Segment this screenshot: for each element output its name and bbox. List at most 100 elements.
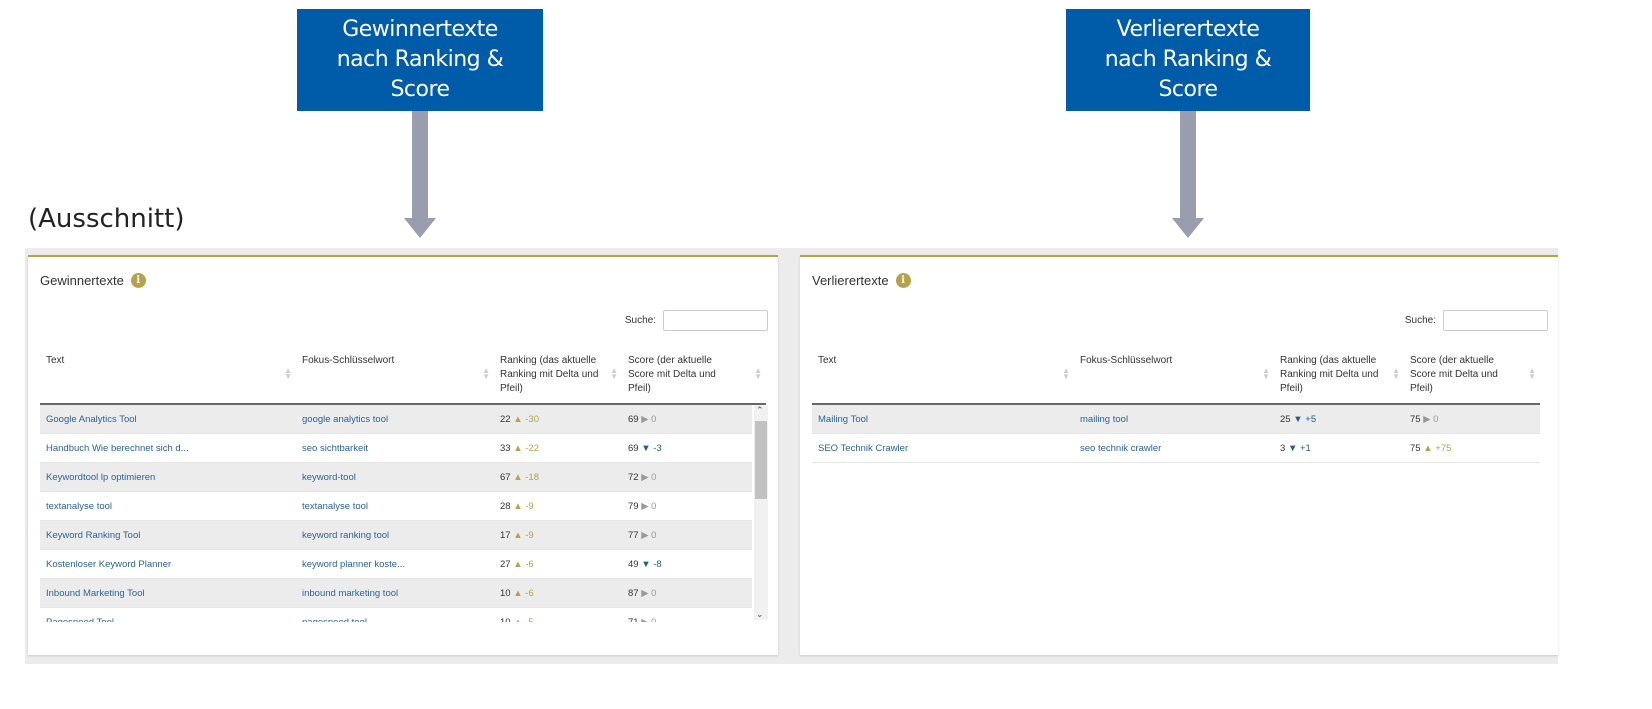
column-header[interactable]: Text ▲ ▼ bbox=[40, 354, 296, 403]
text-link[interactable]: Kostenloser Keyword Planner bbox=[40, 550, 171, 579]
score-value: 79 bbox=[628, 501, 639, 512]
score-cell: 75 ▲ +75 bbox=[1404, 434, 1451, 463]
ranking-cell: 10 ▲ -5 bbox=[494, 608, 534, 622]
rank-value: 22 bbox=[500, 414, 511, 425]
score-delta: +75 bbox=[1435, 443, 1452, 454]
text-link[interactable]: SEO Technik Crawler bbox=[812, 434, 908, 463]
callout-line: nach Ranking & bbox=[336, 47, 504, 72]
sort-icon[interactable]: ▲ ▼ bbox=[482, 367, 490, 381]
score-delta: 0 bbox=[651, 530, 657, 541]
info-icon[interactable]: i bbox=[895, 273, 911, 288]
table-row[interactable]: Google Analytics Tool google analytics t… bbox=[40, 405, 752, 434]
table-body: Mailing Tool mailing tool 25 ▼ +5 75 ▶ 0… bbox=[812, 405, 1540, 625]
rank-delta: -22 bbox=[525, 443, 539, 454]
rank-value: 10 bbox=[500, 617, 511, 622]
search-input[interactable] bbox=[663, 310, 768, 331]
rank-delta: -30 bbox=[525, 414, 539, 425]
ranking-cell: 33 ▲ -22 bbox=[494, 434, 539, 463]
keyword-link[interactable]: seo sichtbarkeit bbox=[296, 434, 368, 463]
flat-arrow-icon: ▶ bbox=[641, 414, 649, 425]
keyword-link[interactable]: seo technik crawler bbox=[1074, 434, 1161, 463]
rank-value: 17 bbox=[500, 530, 511, 541]
table-row[interactable]: Handbuch Wie berechnet sich d... seo sic… bbox=[40, 434, 752, 463]
rank-delta: -6 bbox=[525, 559, 534, 570]
scroll-up-icon[interactable]: ⌃ bbox=[756, 405, 764, 416]
rank-delta: +1 bbox=[1299, 443, 1311, 454]
callout-line: nach Ranking & bbox=[1104, 47, 1272, 72]
sort-icon[interactable]: ▲ ▼ bbox=[1392, 367, 1400, 381]
column-header-label: Text bbox=[818, 355, 837, 366]
column-header-label: Score (der aktuelle Score mit Delta und … bbox=[1410, 355, 1498, 394]
column-header-label: Score (der aktuelle Score mit Delta und … bbox=[628, 355, 716, 394]
ranking-cell: 22 ▲ -30 bbox=[494, 405, 539, 434]
info-icon[interactable]: i bbox=[130, 273, 146, 288]
table-row[interactable]: SEO Technik Crawler seo technik crawler … bbox=[812, 434, 1540, 463]
column-header[interactable]: Score (der aktuelle Score mit Delta und … bbox=[1404, 354, 1540, 403]
search-input[interactable] bbox=[1443, 310, 1548, 331]
rank-value: 10 bbox=[500, 588, 511, 599]
up-arrow-icon: ▲ bbox=[513, 617, 522, 622]
column-header[interactable]: Fokus-Schlüsselwort ▲ ▼ bbox=[296, 354, 494, 403]
column-header[interactable]: Ranking (das aktuelle Ranking mit Delta … bbox=[1274, 354, 1404, 403]
sort-icon[interactable]: ▲ ▼ bbox=[1528, 367, 1536, 381]
up-arrow-icon: ▲ bbox=[513, 559, 523, 570]
sort-icon[interactable]: ▲ ▼ bbox=[284, 367, 292, 381]
search: Suche: bbox=[1405, 310, 1548, 331]
scrollbar[interactable]: ⌃ ⌄ bbox=[754, 405, 768, 620]
table-row[interactable]: Kostenloser Keyword Planner keyword plan… bbox=[40, 550, 752, 579]
score-cell: 69 ▶ 0 bbox=[622, 405, 656, 434]
text-link[interactable]: Inbound Marketing Tool bbox=[40, 579, 145, 608]
keyword-link[interactable]: mailing tool bbox=[1074, 405, 1128, 434]
table-row[interactable]: Keywordtool lp optimieren keyword-tool 6… bbox=[40, 463, 752, 492]
table-row[interactable]: Mailing Tool mailing tool 25 ▼ +5 75 ▶ 0 bbox=[812, 405, 1540, 434]
column-header[interactable]: Fokus-Schlüsselwort ▲ ▼ bbox=[1074, 354, 1274, 403]
up-arrow-icon: ▲ bbox=[513, 530, 523, 541]
table-row[interactable]: Pagespeed Tool pagespeed tool 10 ▲ -5 71… bbox=[40, 608, 752, 622]
column-header[interactable]: Score (der aktuelle Score mit Delta und … bbox=[622, 354, 766, 403]
column-header[interactable]: Ranking (das aktuelle Ranking mit Delta … bbox=[494, 354, 622, 403]
arrow-head bbox=[404, 218, 436, 238]
text-link[interactable]: textanalyse tool bbox=[40, 492, 112, 521]
down-arrow-icon: ▼ bbox=[1293, 414, 1303, 425]
keyword-link[interactable]: keyword-tool bbox=[296, 463, 356, 492]
score-delta: -3 bbox=[653, 443, 662, 454]
sort-icon[interactable]: ▲ ▼ bbox=[1262, 367, 1270, 381]
text-link[interactable]: Keyword Ranking Tool bbox=[40, 521, 140, 550]
text-link[interactable]: Mailing Tool bbox=[812, 405, 868, 434]
callout-line: Verlierertexte bbox=[1116, 17, 1260, 42]
score-cell: 71 ▶ 0 bbox=[622, 608, 656, 622]
text-link[interactable]: Handbuch Wie berechnet sich d... bbox=[40, 434, 189, 463]
callout-line: Gewinnertexte bbox=[342, 17, 498, 42]
flat-arrow-icon: ▶ bbox=[641, 617, 648, 622]
text-link[interactable]: Keywordtool lp optimieren bbox=[40, 463, 155, 492]
arrow-head bbox=[1172, 218, 1204, 238]
panel-title-text: Gewinnertexte bbox=[40, 273, 124, 288]
ranking-cell: 67 ▲ -18 bbox=[494, 463, 539, 492]
keyword-link[interactable]: pagespeed tool bbox=[296, 608, 367, 622]
column-header[interactable]: Text ▲ ▼ bbox=[812, 354, 1074, 403]
keyword-link[interactable]: google analytics tool bbox=[296, 405, 388, 434]
score-cell: 77 ▶ 0 bbox=[622, 521, 656, 550]
panel-title-text: Verlierertexte bbox=[812, 273, 889, 288]
keyword-link[interactable]: textanalyse tool bbox=[296, 492, 368, 521]
text-link[interactable]: Pagespeed Tool bbox=[40, 608, 114, 622]
table-row[interactable]: Inbound Marketing Tool inbound marketing… bbox=[40, 579, 752, 608]
up-arrow-icon: ▲ bbox=[513, 588, 523, 599]
sort-icon[interactable]: ▲ ▼ bbox=[1062, 367, 1070, 381]
table-row[interactable]: textanalyse tool textanalyse tool 28 ▲ -… bbox=[40, 492, 752, 521]
sort-icon[interactable]: ▲ ▼ bbox=[754, 367, 762, 381]
text-link[interactable]: Google Analytics Tool bbox=[40, 405, 137, 434]
score-value: 49 bbox=[628, 559, 639, 570]
callout-line: Score bbox=[390, 77, 450, 102]
table-row[interactable]: Keyword Ranking Tool keyword ranking too… bbox=[40, 521, 752, 550]
keyword-link[interactable]: keyword planner koste... bbox=[296, 550, 405, 579]
scrollbar-thumb[interactable] bbox=[755, 421, 767, 499]
column-header-label: Ranking (das aktuelle Ranking mit Delta … bbox=[1280, 355, 1379, 394]
keyword-link[interactable]: inbound marketing tool bbox=[296, 579, 398, 608]
keyword-link[interactable]: keyword ranking tool bbox=[296, 521, 389, 550]
rank-value: 28 bbox=[500, 501, 511, 512]
callout-losers: Verlierertexte nach Ranking & Score bbox=[1066, 9, 1310, 111]
sort-icon[interactable]: ▲ ▼ bbox=[610, 367, 618, 381]
scroll-down-icon[interactable]: ⌄ bbox=[756, 609, 764, 620]
score-cell: 72 ▶ 0 bbox=[622, 463, 656, 492]
